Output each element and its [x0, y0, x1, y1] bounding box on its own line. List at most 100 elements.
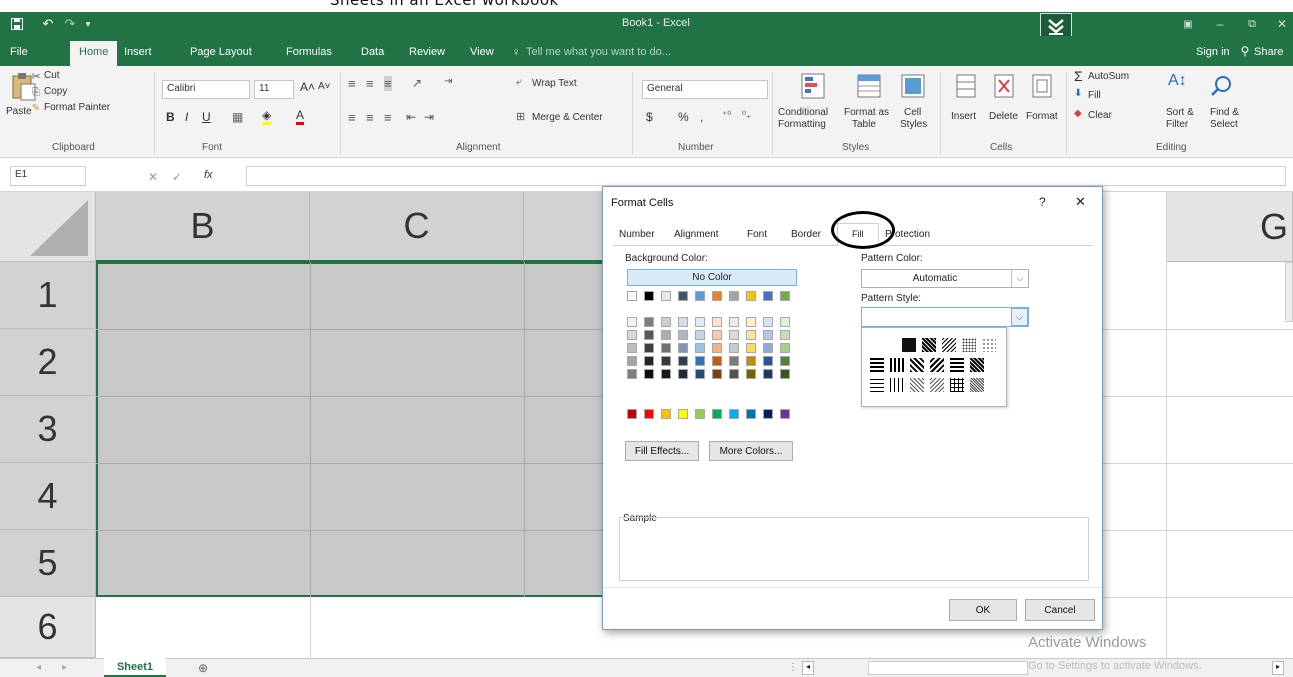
- formatting-label[interactable]: Formatting: [778, 119, 826, 130]
- tint-color-swatch[interactable]: [627, 356, 637, 366]
- autosum-button[interactable]: AutoSum: [1088, 71, 1129, 82]
- pattern-color-select[interactable]: Automatic: [861, 269, 1029, 288]
- redo-icon[interactable]: ↷: [62, 16, 78, 32]
- standard-color-swatch[interactable]: [763, 409, 773, 419]
- tint-color-swatch[interactable]: [746, 330, 756, 340]
- scroll-right-button[interactable]: ▸: [1272, 661, 1284, 675]
- tint-color-swatch[interactable]: [695, 330, 705, 340]
- underline-icon[interactable]: U: [202, 110, 211, 124]
- theme-color-swatch[interactable]: [746, 291, 756, 301]
- scroll-right-icon[interactable]: ▸: [62, 662, 67, 673]
- insert-cells-icon[interactable]: [954, 72, 978, 100]
- pattern-style-option[interactable]: [922, 338, 936, 352]
- tint-color-swatch[interactable]: [746, 343, 756, 353]
- tint-color-swatch[interactable]: [763, 356, 773, 366]
- tint-color-swatch[interactable]: [678, 317, 688, 327]
- cancel-button[interactable]: Cancel: [1025, 599, 1095, 621]
- tint-color-swatch[interactable]: [729, 317, 739, 327]
- tab-insert[interactable]: Insert: [124, 46, 152, 58]
- pattern-style-option[interactable]: [890, 358, 904, 372]
- tint-color-swatch[interactable]: [712, 330, 722, 340]
- quick-access-dropdown-icon[interactable]: ▾: [82, 16, 94, 32]
- row-header-3[interactable]: 3: [0, 396, 96, 463]
- tint-color-swatch[interactable]: [763, 369, 773, 379]
- insert-cells-button[interactable]: Insert: [951, 111, 976, 122]
- tint-color-swatch[interactable]: [780, 317, 790, 327]
- tint-color-swatch[interactable]: [763, 317, 773, 327]
- tint-color-swatch[interactable]: [678, 356, 688, 366]
- increase-indent-icon[interactable]: ⇥: [424, 110, 434, 124]
- tint-color-swatch[interactable]: [661, 343, 671, 353]
- increase-decimal-icon[interactable]: ⁺⁰: [722, 110, 731, 121]
- tab-formulas[interactable]: Formulas: [286, 46, 332, 58]
- fill-color-icon[interactable]: ◈: [262, 108, 272, 125]
- font-name-select[interactable]: Calibri: [162, 80, 250, 99]
- enter-check-icon[interactable]: ✓: [172, 170, 182, 184]
- standard-color-swatch[interactable]: [712, 409, 722, 419]
- tint-color-swatch[interactable]: [695, 343, 705, 353]
- tint-color-swatch[interactable]: [695, 369, 705, 379]
- tell-me-search[interactable]: Tell me what you want to do...: [526, 46, 671, 58]
- chevron-down-icon[interactable]: ⌵: [1011, 308, 1028, 326]
- pattern-style-option[interactable]: [930, 358, 944, 372]
- pattern-style-select[interactable]: [861, 307, 1029, 327]
- orientation-icon[interactable]: ↗: [412, 76, 422, 90]
- column-header-g[interactable]: G: [1166, 192, 1293, 262]
- select-all-corner[interactable]: [0, 192, 96, 262]
- tint-color-swatch[interactable]: [780, 330, 790, 340]
- format-cells-icon[interactable]: [1030, 72, 1054, 100]
- help-button[interactable]: ?: [1039, 195, 1046, 209]
- theme-color-swatch[interactable]: [729, 291, 739, 301]
- theme-color-swatch[interactable]: [780, 291, 790, 301]
- scroll-left-icon[interactable]: ◂: [36, 662, 41, 673]
- ribbon-display-icon[interactable]: ▣: [1180, 16, 1196, 32]
- tint-color-swatch[interactable]: [661, 330, 671, 340]
- tint-color-swatch[interactable]: [627, 369, 637, 379]
- tint-color-swatch[interactable]: [644, 356, 654, 366]
- tint-color-swatch[interactable]: [644, 343, 654, 353]
- new-sheet-icon[interactable]: ⊕: [198, 661, 208, 675]
- format-as-table-icon[interactable]: [856, 72, 882, 100]
- merge-center-button[interactable]: Merge & Center: [532, 112, 603, 123]
- tint-color-swatch[interactable]: [695, 317, 705, 327]
- shrink-font-icon[interactable]: A˅: [318, 81, 331, 92]
- tab-view[interactable]: View: [470, 46, 494, 58]
- format-painter-button[interactable]: Format Painter: [44, 102, 110, 113]
- cell-styles-icon[interactable]: [900, 72, 926, 100]
- pattern-style-option[interactable]: [890, 378, 904, 392]
- pattern-style-option[interactable]: [930, 378, 944, 392]
- standard-color-swatch[interactable]: [780, 409, 790, 419]
- pattern-style-option[interactable]: [950, 378, 964, 392]
- tint-color-swatch[interactable]: [644, 369, 654, 379]
- tint-color-swatch[interactable]: [746, 356, 756, 366]
- sign-in-link[interactable]: Sign in: [1196, 46, 1230, 58]
- standard-color-swatch[interactable]: [627, 409, 637, 419]
- horizontal-scrollbar-thumb[interactable]: [868, 661, 1028, 675]
- font-color-icon[interactable]: A: [296, 108, 305, 125]
- tint-color-swatch[interactable]: [627, 330, 637, 340]
- standard-color-swatch[interactable]: [746, 409, 756, 419]
- styles-label[interactable]: Styles: [900, 119, 927, 130]
- align-center-icon[interactable]: ≡: [366, 110, 374, 125]
- cancel-entry-icon[interactable]: ✕: [148, 170, 158, 184]
- sheet-tab-sheet1[interactable]: Sheet1: [104, 658, 166, 677]
- delete-cells-button[interactable]: Delete: [989, 111, 1018, 122]
- cut-button[interactable]: Cut: [44, 70, 60, 81]
- tint-color-swatch[interactable]: [678, 343, 688, 353]
- percent-button[interactable]: %: [678, 110, 689, 124]
- tint-color-swatch[interactable]: [763, 343, 773, 353]
- tint-color-swatch[interactable]: [661, 317, 671, 327]
- tint-color-swatch[interactable]: [644, 317, 654, 327]
- standard-color-swatch[interactable]: [644, 409, 654, 419]
- more-colors-button[interactable]: More Colors...: [709, 441, 793, 461]
- theme-color-swatch[interactable]: [695, 291, 705, 301]
- tint-color-swatch[interactable]: [627, 317, 637, 327]
- find-label[interactable]: Find &: [1210, 107, 1239, 118]
- tint-color-swatch[interactable]: [712, 369, 722, 379]
- magnifier-icon[interactable]: [1208, 72, 1234, 100]
- tint-color-swatch[interactable]: [712, 317, 722, 327]
- pattern-style-option[interactable]: [910, 358, 924, 372]
- theme-color-swatch[interactable]: [712, 291, 722, 301]
- formula-input[interactable]: [246, 166, 1286, 186]
- italic-icon[interactable]: I: [185, 110, 188, 124]
